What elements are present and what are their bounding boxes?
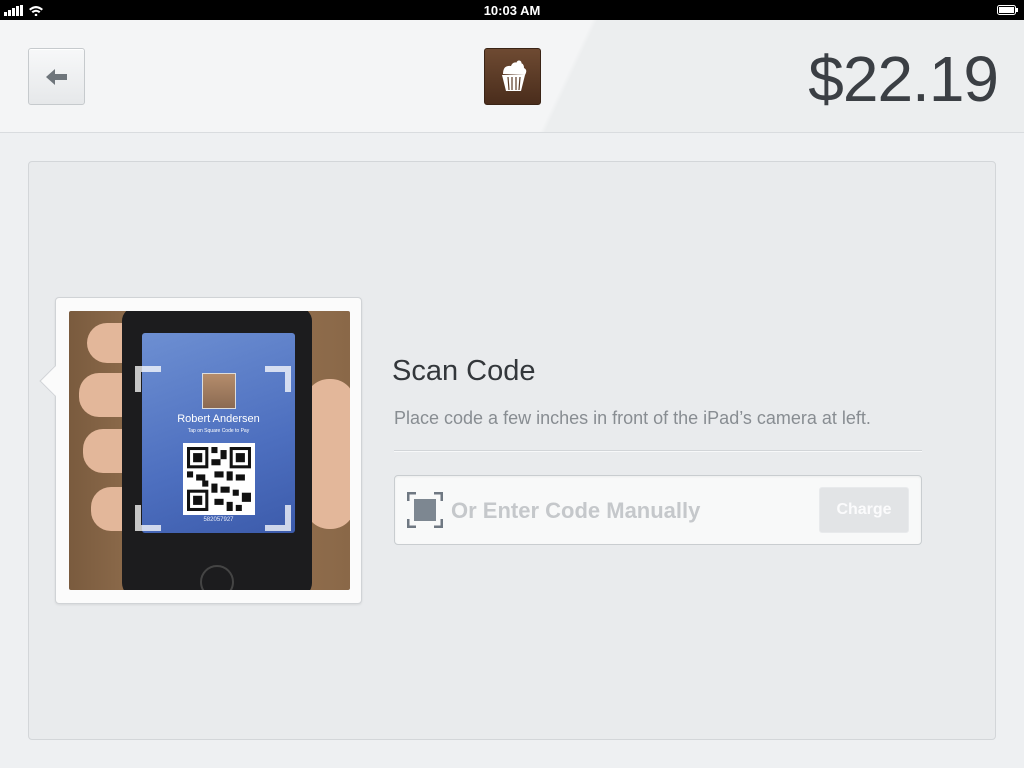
cupcake-icon — [501, 60, 526, 91]
back-button[interactable] — [28, 48, 85, 105]
scan-corner — [135, 505, 161, 531]
scan-corner — [135, 366, 161, 392]
avatar — [202, 373, 236, 409]
charge-button[interactable]: Charge — [819, 487, 909, 533]
scan-corner — [265, 505, 291, 531]
card-name: Robert Andersen — [177, 413, 260, 425]
battery-icon — [997, 5, 1018, 15]
phone-screen: Robert Andersen Tap on Square Code to Pa… — [142, 333, 295, 533]
merchant-logo — [484, 48, 541, 105]
status-time: 10:03 AM — [483, 3, 541, 18]
phone-home-button — [200, 565, 234, 590]
manual-code-input[interactable] — [451, 496, 811, 526]
qr-code — [183, 443, 255, 515]
card-subtitle: Tap on Square Code to Pay — [187, 428, 250, 434]
camera-view: Robert Andersen Tap on Square Code to Pa… — [69, 311, 350, 590]
phone-image: Robert Andersen Tap on Square Code to Pa… — [122, 311, 312, 590]
divider — [394, 450, 922, 451]
header: $22.19 — [0, 20, 1024, 133]
scan-corner — [265, 366, 291, 392]
scan-frame-icon — [407, 492, 443, 528]
camera-preview-card: Robert Andersen Tap on Square Code to Pa… — [39, 297, 362, 604]
manual-code-field: Charge — [394, 475, 922, 545]
arrow-left-icon — [45, 68, 67, 85]
qr-code-icon — [187, 447, 251, 511]
status-bar: 10:03 AM — [0, 0, 1024, 20]
scan-title: Scan Code — [392, 355, 536, 387]
scan-description: Place code a few inches in front of the … — [394, 408, 871, 428]
total-amount: $22.19 — [808, 43, 999, 115]
